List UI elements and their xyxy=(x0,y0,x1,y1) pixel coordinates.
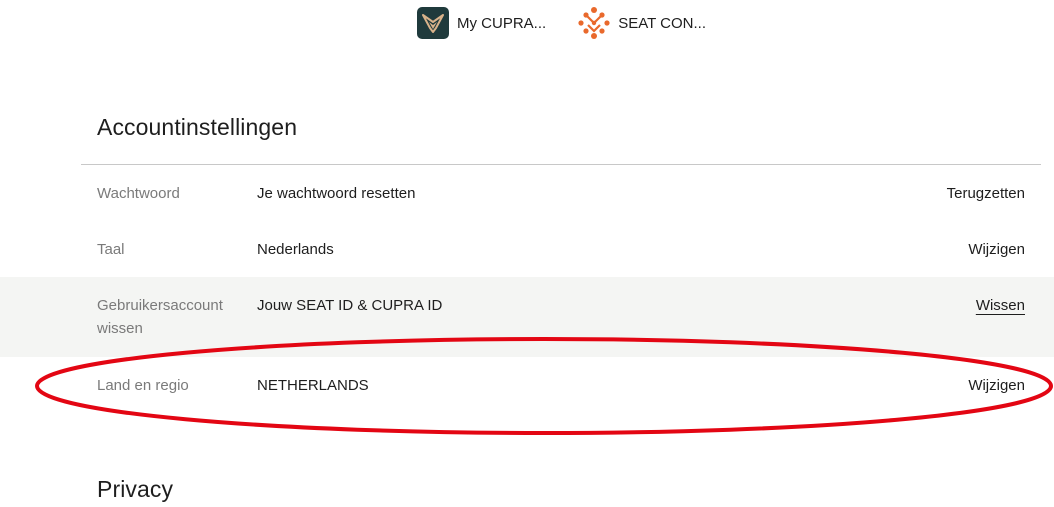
privacy-title: Privacy xyxy=(97,476,174,502)
row-value: Nederlands xyxy=(257,241,334,258)
my-cupra-app[interactable]: My CUPRA... xyxy=(417,7,546,39)
settings-row-country-region: Land en regio NETHERLANDS Wijzigen xyxy=(0,357,1054,413)
seat-connect-logo-icon xyxy=(578,7,610,39)
cupra-logo-icon xyxy=(417,7,449,39)
row-value: Je wachtwoord resetten xyxy=(257,185,416,202)
settings-row-password: Wachtwoord Je wachtwoord resetten Terugz… xyxy=(0,165,1054,221)
app-switcher: My CUPRA... SEAT CON... xyxy=(417,6,706,40)
reset-password-link[interactable]: Terugzetten xyxy=(947,182,1025,205)
account-settings-title: Accountinstellingen xyxy=(97,114,298,140)
row-label: Wachtwoord xyxy=(97,185,180,202)
seat-connect-app-label: SEAT CON... xyxy=(618,14,706,32)
row-label: Land en regio xyxy=(97,377,189,394)
row-value: NETHERLANDS xyxy=(257,377,369,394)
settings-row-delete-account: Gebruikersaccount wissen Jouw SEAT ID & … xyxy=(0,277,1054,357)
row-value: Jouw SEAT ID & CUPRA ID xyxy=(257,297,443,314)
settings-row-language: Taal Nederlands Wijzigen xyxy=(0,221,1054,277)
change-language-link[interactable]: Wijzigen xyxy=(968,238,1025,261)
change-country-link[interactable]: Wijzigen xyxy=(968,374,1025,397)
delete-account-link[interactable]: Wissen xyxy=(976,294,1025,317)
my-cupra-app-label: My CUPRA... xyxy=(457,14,547,32)
seat-connect-app[interactable]: SEAT CON... xyxy=(578,7,706,39)
row-label: Gebruikersaccount wissen xyxy=(97,297,223,337)
row-label: Taal xyxy=(97,241,125,258)
